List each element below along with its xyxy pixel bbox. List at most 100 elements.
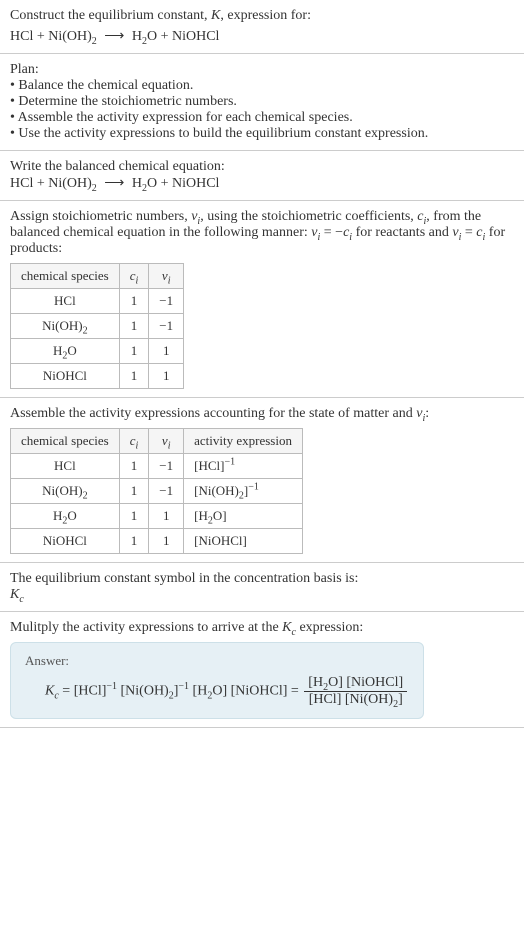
sup: −1 — [178, 681, 189, 692]
text: for reactants and — [352, 225, 452, 240]
col-ci: ci — [119, 429, 149, 454]
term: [HCl] — [74, 684, 107, 699]
rhs: H2O + NiOHCl — [132, 29, 220, 44]
nui-cell: −1 — [149, 479, 184, 504]
nui-cell: −1 — [149, 454, 184, 479]
text: O + NiOHCl — [147, 29, 219, 44]
plan-bullet: • Determine the stoichiometric numbers. — [10, 94, 514, 110]
species-cell: NiOHCl — [11, 364, 120, 389]
text: , using the stoichiometric coefficients, — [200, 209, 417, 224]
k: K — [282, 620, 291, 635]
symbol-line: The equilibrium constant symbol in the c… — [10, 571, 514, 587]
symbol-section: The equilibrium constant symbol in the c… — [0, 563, 524, 612]
ci-cell: 1 — [119, 504, 149, 529]
species-cell: H2O — [11, 339, 120, 364]
text: O] [NiOHCl] — [328, 675, 403, 690]
plan-title: Plan: — [10, 62, 514, 78]
ci-cell: 1 — [119, 314, 149, 339]
col-activity: activity expression — [184, 429, 303, 454]
plan-bullet: • Assemble the activity expression for e… — [10, 110, 514, 126]
table-row: H2O 1 1 — [11, 339, 184, 364]
eq: = — [59, 684, 74, 699]
table-row: H2O 1 1 [H2O] — [11, 504, 303, 529]
lhs: HCl + Ni(OH)2 — [10, 29, 97, 44]
text: expression: — [296, 620, 363, 635]
term: [NiOHCl] — [231, 684, 288, 699]
activity-title: Assemble the activity expressions accoun… — [10, 406, 514, 422]
section-title: Write the balanced chemical equation: — [10, 159, 514, 175]
term: [H — [193, 684, 208, 699]
kc-symbol: Kc — [10, 587, 514, 603]
text: HCl + Ni(OH) — [10, 29, 92, 44]
balanced-equation: HCl + Ni(OH)2 ⟶ H2O + NiOHCl — [10, 175, 514, 192]
stoichiometric-table: chemical species ci νi HCl 1 −1 Ni(OH)2 … — [10, 263, 184, 389]
text: [HCl] [Ni(OH) — [309, 692, 393, 707]
activity-cell: [Ni(OH)2]−1 — [184, 479, 303, 504]
activity-cell: [H2O] — [184, 504, 303, 529]
stoichiometric-section: Assign stoichiometric numbers, νi, using… — [0, 201, 524, 398]
answer-equation: Kc = [HCl]−1 [Ni(OH)2]−1 [H2O] [NiOHCl] … — [25, 675, 409, 708]
denominator: [HCl] [Ni(OH)2] — [304, 692, 407, 708]
rhs: H2O + NiOHCl — [132, 176, 220, 191]
text: O + NiOHCl — [147, 176, 219, 191]
problem-statement: Construct the equilibrium constant, K, e… — [0, 0, 524, 54]
unbalanced-equation: HCl + Ni(OH)2 ⟶ H2O + NiOHCl — [10, 28, 514, 45]
nui-cell: −1 — [149, 289, 184, 314]
text: O — [67, 343, 76, 358]
lhs: HCl + Ni(OH)2 — [10, 176, 97, 191]
text: Ni(OH) — [42, 483, 82, 498]
text: , expression for: — [220, 8, 311, 23]
k-symbol: K — [211, 8, 220, 23]
ci-cell: 1 — [119, 454, 149, 479]
table-row: HCl 1 −1 [HCl]−1 — [11, 454, 303, 479]
arrow-icon: ⟶ — [100, 175, 128, 192]
col-species: chemical species — [11, 429, 120, 454]
sub: i — [136, 441, 139, 452]
text: [H — [194, 508, 208, 523]
sub: 2 — [83, 326, 88, 337]
term: O] — [212, 684, 227, 699]
fraction: [H2O] [NiOHCl][HCl] [Ni(OH)2] — [304, 675, 407, 708]
text: : — [425, 406, 429, 421]
eq: = − — [320, 225, 343, 240]
balanced-equation-section: Write the balanced chemical equation: HC… — [0, 151, 524, 201]
text: H — [132, 176, 142, 191]
sub: 2 — [83, 491, 88, 502]
table-header-row: chemical species ci νi — [11, 264, 184, 289]
plan-section: Plan: • Balance the chemical equation. •… — [0, 54, 524, 151]
text: HCl + Ni(OH) — [10, 176, 92, 191]
eq: = — [461, 225, 476, 240]
answer-box: Answer: Kc = [HCl]−1 [Ni(OH)2]−1 [H2O] [… — [10, 642, 424, 719]
text: Mulitply the activity expressions to arr… — [10, 620, 282, 635]
ci-cell: 1 — [119, 364, 149, 389]
sub: i — [136, 276, 139, 287]
table-row: HCl 1 −1 — [11, 289, 184, 314]
ci-cell: 1 — [119, 479, 149, 504]
text: [Ni(OH) — [194, 483, 239, 498]
nui-cell: 1 — [149, 504, 184, 529]
text: O] — [213, 508, 227, 523]
activity-cell: [NiOHCl] — [184, 529, 303, 554]
plan-bullet: • Balance the chemical equation. — [10, 78, 514, 94]
col-nui: νi — [149, 429, 184, 454]
species-cell: HCl — [11, 289, 120, 314]
arrow-icon: ⟶ — [100, 28, 128, 45]
ci-cell: 1 — [119, 339, 149, 364]
text: H — [53, 508, 62, 523]
nui-cell: 1 — [149, 529, 184, 554]
eq: = — [287, 684, 302, 699]
plan-bullet: • Use the activity expressions to build … — [10, 126, 514, 142]
species-cell: HCl — [11, 454, 120, 479]
nui-cell: 1 — [149, 339, 184, 364]
text: [H — [308, 675, 323, 690]
sup: −1 — [224, 457, 235, 468]
text: Assemble the activity expressions accoun… — [10, 406, 416, 421]
sub: c — [19, 594, 23, 605]
table-row: Ni(OH)2 1 −1 [Ni(OH)2]−1 — [11, 479, 303, 504]
table-row: Ni(OH)2 1 −1 — [11, 314, 184, 339]
species-cell: NiOHCl — [11, 529, 120, 554]
text: H — [132, 29, 142, 44]
multiply-section: Mulitply the activity expressions to arr… — [0, 612, 524, 728]
species-cell: H2O — [11, 504, 120, 529]
col-species: chemical species — [11, 264, 120, 289]
